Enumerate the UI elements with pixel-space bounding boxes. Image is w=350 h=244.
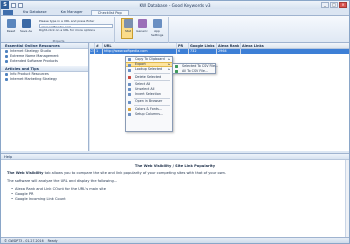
row-pr: 6 [177, 49, 189, 54]
columns-icon [128, 112, 131, 116]
col-google-links[interactable]: Google Links [189, 43, 217, 48]
col-url[interactable]: URL [103, 43, 177, 48]
menu-label: All To CSV File... [182, 69, 209, 74]
menu-label: Export [135, 62, 146, 67]
table-row[interactable]: ☑ 1 http://www.softpedia.com 6 732 2964 [90, 49, 349, 54]
csv-icon [175, 70, 178, 74]
generic-settings-label: Generic [136, 29, 148, 33]
project-url-area: Please type in a URL and press Enter www… [39, 19, 113, 41]
save-as-label: Save As [20, 29, 32, 33]
menu-label: Colors & Fonts... [135, 106, 163, 111]
help-term: The Web Visibility [7, 171, 44, 175]
help-bullet: Google Incoming Link Count [7, 197, 343, 202]
select-all-icon [128, 82, 131, 86]
menu-label: Invert Selection [135, 92, 161, 97]
status-bar: © GWDPT3 - 01.27.2016 Ready [1, 237, 349, 243]
menu-label: Setup Columns... [135, 111, 164, 116]
export-submenu: Selected To CSV File... All To CSV File.… [172, 63, 219, 74]
submenu-arrow-icon: ▸ [168, 62, 170, 67]
invert-selection-icon [128, 93, 131, 97]
link-label: Internet Marketing Strategy [10, 77, 58, 81]
menu-invert-selection[interactable]: Invert Selection [126, 92, 172, 97]
help-panel: Help The Web Visibility / Site Link Popu… [1, 153, 349, 238]
save-as-icon [21, 19, 31, 28]
ribbon: Reset Save As Please type in a URL and p… [1, 15, 349, 43]
maximize-button[interactable]: □ [330, 2, 338, 8]
menu-label: Selected To CSV File... [182, 64, 219, 68]
col-pr[interactable]: PR [177, 43, 189, 48]
help-panel-title: Help [1, 154, 349, 160]
reset-button[interactable]: Reset [5, 19, 17, 33]
help-paragraph-1: The Web Visibility tab allows you to com… [7, 171, 343, 176]
help-body: The Web Visibility / Site Link Popularit… [7, 164, 343, 202]
link-icon [5, 55, 8, 58]
lookup-icon [128, 68, 131, 72]
menu-label: Open in Browser [135, 99, 163, 104]
menu-delete-selected[interactable]: Delete Selected [126, 75, 172, 80]
app-settings-label: App Settings [151, 29, 164, 37]
context-menu: Copy To Clipboard ▸ Export ▸ Lookup Select… [125, 56, 173, 132]
menu-label: Delete Selected [135, 74, 162, 79]
copy-icon [128, 58, 131, 62]
row-alexa-links [241, 49, 269, 54]
title-bar: S KW Database - Good Keywords v3 _ □ × [1, 1, 349, 9]
help-scrollbar[interactable] [345, 160, 349, 238]
save-as-button[interactable]: Save As [20, 19, 32, 33]
stat-label: Stat [124, 29, 132, 33]
link-icon [5, 78, 8, 81]
col-alexa-rank[interactable]: Alexa Rank [217, 43, 241, 48]
app-settings-button[interactable]: App Settings [151, 19, 163, 37]
section-title: Articles and Tips [5, 66, 39, 71]
ribbon-group-tools: Stat Generic App Settings [117, 17, 169, 43]
right-click-hint: Right-click on a URL for more options [39, 28, 95, 32]
browser-icon [128, 100, 131, 104]
col-alexa-links[interactable]: Alexa Links [241, 43, 269, 48]
col-number[interactable]: # [95, 43, 103, 48]
menu-lookup-selected[interactable]: Lookup Selected ▸ [126, 67, 172, 72]
row-google-links: 732 [189, 49, 217, 54]
link-icon [5, 50, 8, 53]
submenu-arrow-icon: ▸ [168, 67, 170, 72]
link-label: Extended Software Products [10, 59, 58, 63]
help-heading: The Web Visibility / Site Link Popularit… [134, 164, 216, 168]
status-build: © GWDPT3 - 01.27.2016 [4, 239, 44, 243]
row-number: 1 [95, 49, 103, 54]
status-text: Ready [47, 239, 58, 243]
section-title: Essential Online Resources [5, 43, 60, 48]
window-title: KW Database - Good Keywords v3 [139, 2, 211, 8]
link-internet-marketing-strategy[interactable]: Internet Marketing Strategy [1, 77, 88, 82]
help-paragraph-2: The software will analyze the URL and di… [7, 179, 118, 183]
stat-button[interactable]: Stat [122, 19, 134, 33]
minimize-button[interactable]: _ [321, 2, 329, 8]
delete-icon [128, 75, 131, 79]
menu-label: Copy To Clipboard [135, 57, 165, 61]
unselect-all-icon [128, 88, 131, 92]
link-icon [5, 73, 8, 76]
menu-label: Lookup Selected [135, 67, 163, 72]
stat-icon [123, 19, 133, 28]
ribbon-group-projects: Reset Save As Please type in a URL and p… [3, 17, 115, 43]
link-icon [5, 60, 8, 63]
menu-label: Select All [135, 81, 151, 86]
link-extended-software-products[interactable]: Extended Software Products [1, 59, 88, 64]
left-panel: Essential Online Resources Internet Stra… [1, 43, 89, 151]
row-url: http://www.softpedia.com [103, 49, 177, 54]
generic-settings-button[interactable]: Generic [136, 19, 148, 33]
reset-icon [6, 19, 16, 28]
close-button[interactable]: × [339, 2, 347, 8]
menu-open-in-browser[interactable]: Open in Browser [126, 99, 172, 104]
menu-setup-columns[interactable]: Setup Columns... [126, 112, 172, 117]
csv-icon [175, 65, 178, 69]
palette-icon [128, 107, 131, 111]
reset-label: Reset [6, 29, 16, 33]
help-paragraph-text: tab allows you to compare the site and l… [43, 171, 227, 175]
app-settings-icon [152, 19, 162, 28]
gear-icon [137, 19, 147, 28]
row-alexa-rank: 2964 [217, 49, 241, 54]
app-window: S KW Database - Good Keywords v3 _ □ × K… [0, 0, 350, 244]
menu-all-to-csv[interactable]: All To CSV File... [173, 69, 215, 74]
menu-label: Unselect All [135, 86, 155, 91]
